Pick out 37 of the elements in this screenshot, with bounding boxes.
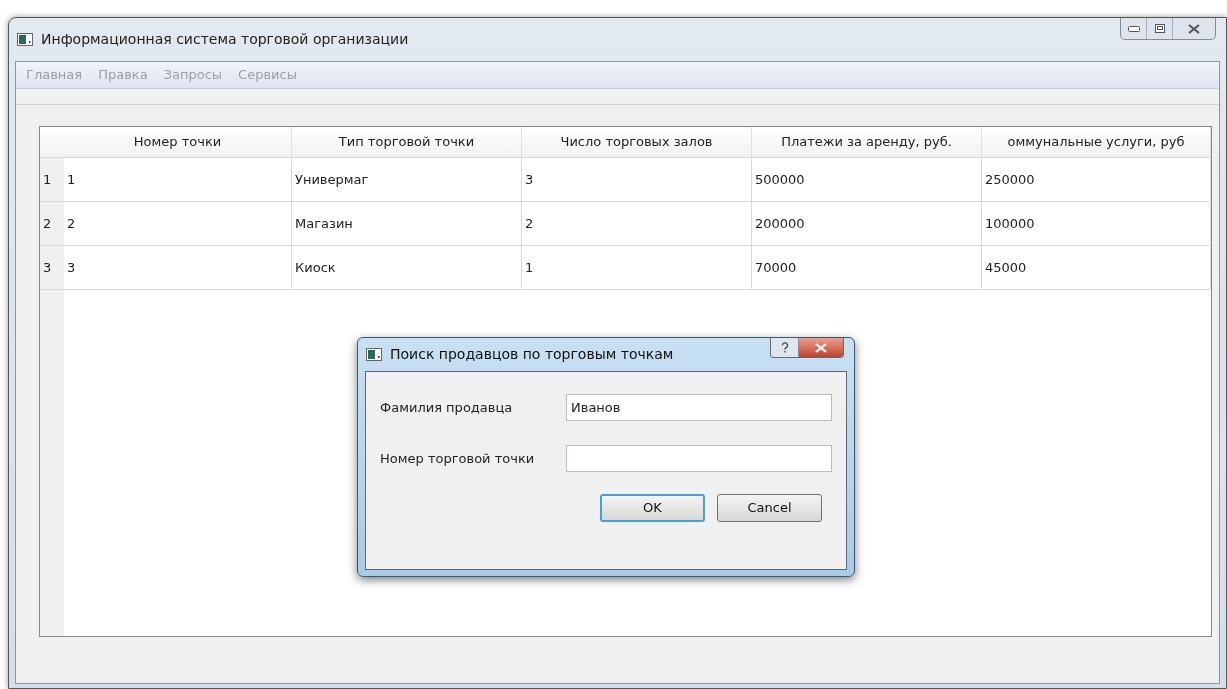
dialog-title: Поиск продавцов по торговым точкам [390, 345, 674, 364]
close-button[interactable] [799, 338, 843, 357]
table-cell: Магазин [292, 202, 522, 246]
field-label: Номер торговой точки [380, 449, 536, 468]
table-cell: 500000 [752, 158, 982, 202]
table-cell: 100000 [982, 202, 1211, 246]
table-cell: 3 [64, 246, 292, 290]
table-cell: 45000 [982, 246, 1211, 290]
table-cell: 1 [64, 158, 292, 202]
help-icon [780, 342, 789, 353]
app-icon [17, 33, 33, 46]
table-cell: 2 [522, 202, 752, 246]
dialog-button[interactable]: Cancel [717, 494, 822, 522]
app-icon [366, 348, 382, 361]
field-label: Фамилия продавца [380, 398, 514, 417]
dialog-button[interactable]: OK [600, 494, 705, 522]
table-cell: Киоск [292, 246, 522, 290]
column-header[interactable]: Тип торговой точки [292, 127, 522, 157]
table-cell: 2 [64, 202, 292, 246]
help-button[interactable] [771, 338, 799, 357]
table-cell: 250000 [982, 158, 1211, 202]
table-cell: 70000 [752, 246, 982, 290]
close-icon [1188, 23, 1200, 34]
column-header[interactable]: Число торговых залов [522, 127, 752, 157]
input-field[interactable] [566, 445, 832, 472]
table-cell: 200000 [752, 202, 982, 246]
column-header[interactable]: оммунальные услуги, руб [982, 127, 1211, 157]
input-field[interactable]: Иванов [566, 394, 832, 421]
table-cell: Универмаг [292, 158, 522, 202]
close-icon [815, 342, 827, 353]
table-cell: 1 [522, 246, 752, 290]
minimize-icon [1127, 25, 1140, 32]
window-title: Информационная система торговой организации [41, 30, 409, 49]
table-cell: 3 [522, 158, 752, 202]
maximize-icon [1154, 24, 1165, 33]
column-header[interactable]: Платежи за аренду, руб. [752, 127, 982, 157]
column-header[interactable]: Номер точки [64, 127, 292, 157]
